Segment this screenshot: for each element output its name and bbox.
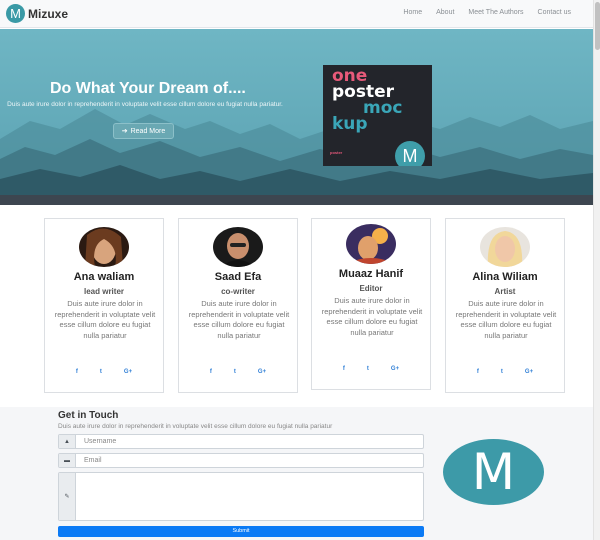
author-name: Alina Wiliam [472, 271, 538, 283]
author-role: lead writer [83, 287, 124, 296]
avatar [480, 227, 530, 267]
poster-small-text: poster [330, 150, 343, 155]
hero-divider [0, 195, 593, 205]
google-plus-icon[interactable]: G+ [391, 366, 399, 372]
username-field[interactable]: ▲ Username [58, 434, 424, 449]
user-icon: ▲ [59, 435, 76, 448]
author-bio: Duis aute irure dolor in reprehenderit i… [54, 299, 156, 340]
twitter-icon[interactable]: t [501, 369, 503, 375]
hero-text: Duis aute irure dolor in reprehenderit i… [7, 101, 283, 108]
email-placeholder: Email [84, 457, 102, 464]
author-card: Ana waliam lead writer Duis aute irure d… [44, 218, 164, 393]
read-more-button[interactable]: ➔ Read More [113, 123, 174, 139]
author-role: co-writer [221, 287, 255, 296]
mountains-background [0, 109, 593, 195]
author-bio: Duis aute irure dolor in reprehenderit i… [188, 299, 290, 340]
author-role: Editor [359, 284, 383, 293]
contact-subtitle: Duis aute irure dolor in reprehenderit i… [58, 423, 333, 430]
facebook-icon[interactable]: f [477, 369, 479, 375]
author-name: Muaaz Hanif [338, 268, 404, 280]
brand-name: Mizuxe [28, 6, 69, 21]
nav-authors[interactable]: Meet The Authors [468, 9, 523, 16]
navbar: M Mizuxe Home About Meet The Authors Con… [0, 0, 593, 28]
nav-home[interactable]: Home [403, 9, 422, 16]
twitter-icon[interactable]: t [367, 366, 369, 372]
author-card: Saad Efa co-writer Duis aute irure dolor… [178, 218, 298, 393]
brand[interactable]: M Mizuxe [6, 4, 68, 23]
nav-about[interactable]: About [436, 9, 454, 16]
username-placeholder: Username [84, 438, 117, 445]
nav-links: Home About Meet The Authors Contact us [403, 9, 571, 16]
envelope-icon: ▬ [59, 454, 76, 467]
author-name: Ana waliam [73, 271, 135, 283]
poster-image: one poster moc kup poster M [323, 65, 432, 166]
social-links: f t G+ [312, 366, 430, 372]
scrollbar[interactable] [593, 0, 600, 540]
facebook-icon[interactable]: f [76, 369, 78, 375]
poster-line-4: kup [332, 114, 368, 134]
avatar [346, 224, 396, 264]
author-card: Muaaz Hanif Editor Duis aute irure dolor… [311, 218, 431, 390]
email-field[interactable]: ▬ Email [58, 453, 424, 468]
mizuxe-logo: M [443, 439, 544, 505]
author-role: Artist [494, 287, 516, 296]
submit-button[interactable]: Submit [58, 526, 424, 537]
author-bio: Duis aute irure dolor in reprehenderit i… [455, 299, 557, 340]
pencil-icon: ✎ [59, 473, 76, 520]
avatar [79, 227, 129, 267]
social-links: f t G+ [179, 369, 297, 375]
brand-logo: M [6, 4, 25, 23]
poster-line-3: moc [363, 98, 403, 118]
author-name: Saad Efa [214, 271, 262, 283]
poster-logo: M [395, 141, 425, 166]
hero-title: Do What Your Dream of.... [50, 80, 246, 97]
scrollbar-thumb[interactable] [595, 2, 600, 50]
google-plus-icon[interactable]: G+ [124, 369, 132, 375]
author-card: Alina Wiliam Artist Duis aute irure dolo… [445, 218, 565, 393]
social-links: f t G+ [446, 369, 564, 375]
read-more-label: Read More [130, 127, 166, 135]
facebook-icon[interactable]: f [343, 366, 345, 372]
contact-title: Get in Touch [58, 410, 119, 421]
facebook-icon[interactable]: f [210, 369, 212, 375]
nav-contact[interactable]: Contact us [538, 9, 571, 16]
twitter-icon[interactable]: t [100, 369, 102, 375]
google-plus-icon[interactable]: G+ [258, 369, 266, 375]
arrow-right-circle-icon: ➔ [121, 128, 128, 135]
avatar [213, 227, 263, 267]
author-bio: Duis aute irure dolor in reprehenderit i… [321, 296, 423, 337]
hero-banner: Do What Your Dream of.... Duis aute irur… [0, 29, 593, 195]
social-links: f t G+ [45, 369, 163, 375]
google-plus-icon[interactable]: G+ [525, 369, 533, 375]
message-textarea[interactable]: ✎ [58, 472, 424, 521]
twitter-icon[interactable]: t [234, 369, 236, 375]
